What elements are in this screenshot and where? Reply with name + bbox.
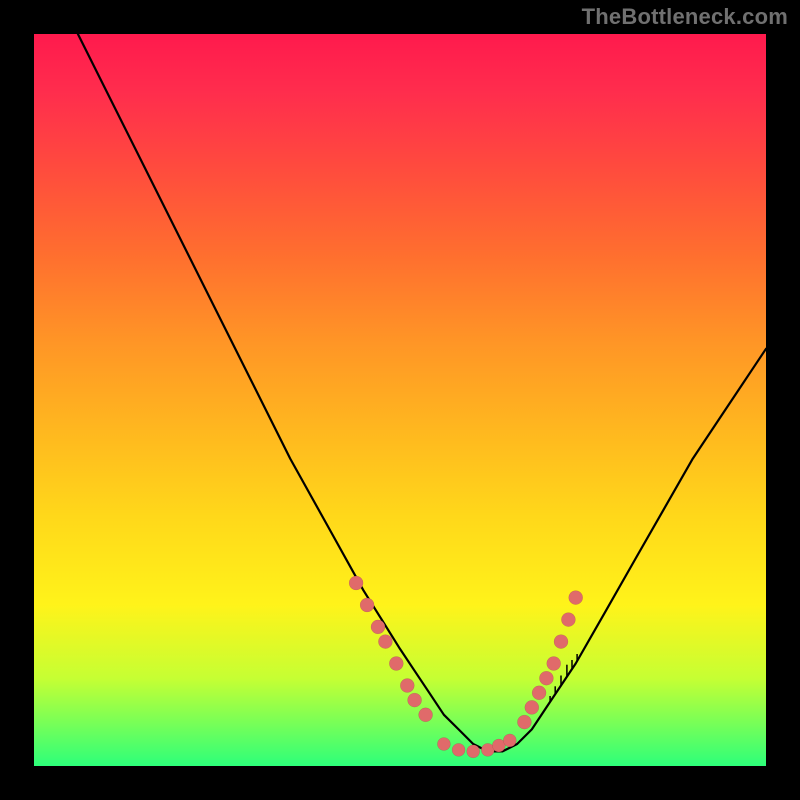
data-marker <box>569 591 583 605</box>
data-marker <box>561 613 575 627</box>
marker-cluster-bottom <box>437 734 516 758</box>
data-marker <box>360 598 374 612</box>
data-marker <box>532 686 546 700</box>
data-marker <box>539 671 553 685</box>
data-marker <box>503 734 516 747</box>
data-marker <box>349 576 363 590</box>
data-marker <box>554 635 568 649</box>
data-marker <box>547 657 561 671</box>
data-marker <box>517 715 531 729</box>
data-marker <box>389 657 403 671</box>
data-marker <box>525 700 539 714</box>
data-marker <box>452 743 465 756</box>
data-marker <box>467 745 480 758</box>
data-marker <box>419 708 433 722</box>
data-marker <box>437 738 450 751</box>
plot-svg <box>34 34 766 766</box>
data-marker <box>408 693 422 707</box>
watermark-text: TheBottleneck.com <box>582 4 788 30</box>
marker-cluster-left <box>349 576 433 722</box>
chart-stage: TheBottleneck.com <box>0 0 800 800</box>
bottleneck-curve <box>78 34 766 751</box>
plot-area <box>34 34 766 766</box>
marker-cluster-right <box>517 591 582 730</box>
data-marker <box>371 620 385 634</box>
data-marker <box>400 679 414 693</box>
data-marker <box>378 635 392 649</box>
